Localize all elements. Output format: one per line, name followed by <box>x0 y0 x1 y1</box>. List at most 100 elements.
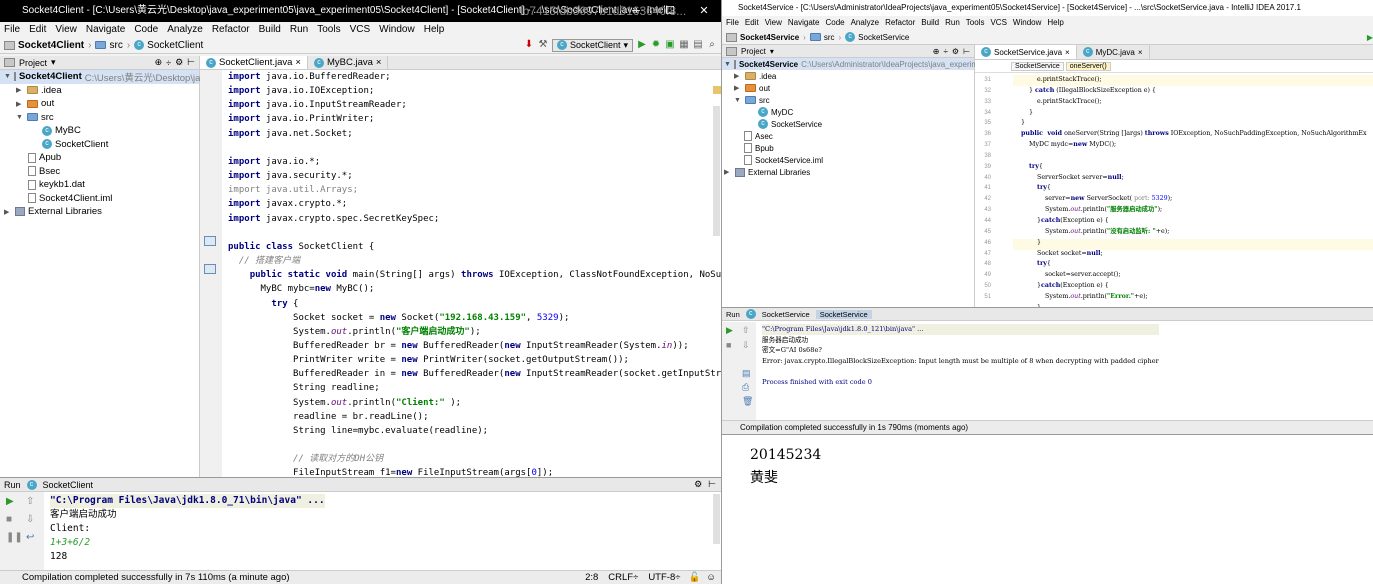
tree-item-mybc[interactable]: c MyBC <box>0 124 199 138</box>
tree-item-apub[interactable]: Apub <box>0 151 199 165</box>
tree-item-out[interactable]: ▶ out <box>0 97 199 111</box>
tree-item-root[interactable]: ▼ Socket4Client C:\Users\黄云光\Desktop\ja <box>0 70 200 84</box>
tree-item-external-libraries[interactable]: ▶ External Libraries <box>722 166 974 178</box>
tree-item-out[interactable]: ▶ out <box>722 82 974 94</box>
close-tab-icon[interactable]: × <box>376 57 382 68</box>
download-arrow-icon[interactable]: ⬇ <box>524 40 534 50</box>
menu-refactor[interactable]: Refactor <box>212 22 250 37</box>
close-button[interactable]: ✕ <box>687 0 721 22</box>
tree-item-bpub[interactable]: Bpub <box>722 142 974 154</box>
menu-vcs[interactable]: VCS <box>350 22 371 37</box>
structure-icon[interactable]: ▤ <box>693 40 703 50</box>
menu-analyze[interactable]: Analyze <box>851 16 879 30</box>
close-tab-icon[interactable]: × <box>1065 48 1070 57</box>
minimize-button[interactable]: ─ <box>619 0 653 22</box>
tree-item-external-libraries[interactable]: ▶ External Libraries <box>0 205 199 219</box>
hide-icon[interactable]: ⊢ <box>963 47 970 56</box>
tree-item-iml[interactable]: Socket4Service.iml <box>722 154 974 166</box>
menu-vcs[interactable]: VCS <box>990 16 1006 30</box>
breadcrumb-project[interactable]: Socket4Service <box>726 32 799 42</box>
fold-icon[interactable] <box>204 264 216 274</box>
lock-icon[interactable]: 🔓 <box>688 572 700 583</box>
menu-window[interactable]: Window <box>379 22 415 37</box>
sync-icon[interactable]: ⊕ <box>933 47 940 56</box>
menu-help[interactable]: Help <box>1047 16 1063 30</box>
tree-item-src[interactable]: ▼ src <box>722 94 974 106</box>
wrap-icon[interactable]: ▤ <box>742 368 751 379</box>
run-scrollbar[interactable] <box>713 494 720 544</box>
run-config-select[interactable]: c SocketClient ▾ <box>551 38 633 52</box>
menu-run[interactable]: Run <box>945 16 960 30</box>
menu-window[interactable]: Window <box>1013 16 1041 30</box>
tree-item-iml[interactable]: Socket4Client.iml <box>0 192 199 206</box>
crumb-method[interactable]: oneServer() <box>1065 61 1111 71</box>
collapse-icon[interactable]: ÷ <box>943 47 947 56</box>
menu-build[interactable]: Build <box>921 16 939 30</box>
menu-file[interactable]: File <box>726 16 739 30</box>
tree-item-idea[interactable]: ▶ .idea <box>0 84 199 98</box>
run-icon[interactable]: ▶ <box>637 40 647 50</box>
breadcrumb-file[interactable]: c SocketClient <box>134 40 203 51</box>
debug-icon[interactable]: ✹ <box>651 40 661 50</box>
close-tab-icon[interactable]: × <box>295 57 301 68</box>
encoding[interactable]: UTF-8÷ <box>648 572 680 583</box>
breadcrumb-folder[interactable]: src <box>95 40 123 51</box>
menu-run[interactable]: Run <box>290 22 308 37</box>
tab-socketclient[interactable]: c SocketClient.java × <box>200 56 308 69</box>
close-tab-icon[interactable]: × <box>1138 48 1143 57</box>
rerun-icon[interactable]: ▶ <box>6 496 14 507</box>
menu-tools[interactable]: Tools <box>317 22 340 37</box>
run-panel-title[interactable]: Run <box>726 310 740 319</box>
tree-item-root[interactable]: ▼ Socket4Service C:\Users\Administrator\Id… <box>722 58 989 70</box>
gear-icon[interactable]: ⚙ <box>952 47 959 56</box>
rerun-icon[interactable]: ▶ <box>726 325 733 336</box>
tab-socketservice[interactable]: c SocketService.java × <box>975 45 1077 59</box>
up-arrow-icon[interactable]: ⇧ <box>26 496 34 507</box>
hammer-icon[interactable]: ⚒ <box>538 40 548 50</box>
breadcrumb-folder[interactable]: src <box>809 33 835 42</box>
coverage-icon[interactable]: ▣ <box>665 40 675 50</box>
project-panel-title[interactable]: Project <box>19 58 47 68</box>
run-config-name[interactable]: SocketClient <box>43 480 94 490</box>
project-panel-title[interactable]: Project <box>741 47 766 56</box>
menu-help[interactable]: Help <box>424 22 445 37</box>
run-config-select[interactable]: ▶ <box>1367 33 1373 42</box>
print-icon[interactable]: ⎙ <box>742 382 749 393</box>
sync-icon[interactable]: ⊕ <box>155 57 163 68</box>
breadcrumb-file[interactable]: c SocketService <box>845 32 909 42</box>
run-tab-active[interactable]: SocketService <box>815 309 872 319</box>
breadcrumb-project[interactable]: Socket4Client <box>4 40 84 51</box>
tree-item-keykb1[interactable]: keykb1.dat <box>0 178 199 192</box>
stop-icon[interactable]: ■ <box>726 340 731 350</box>
menu-tools[interactable]: Tools <box>966 16 985 30</box>
fold-icon[interactable] <box>204 236 216 246</box>
tree-item-idea[interactable]: ▶ .idea <box>722 70 974 82</box>
menu-navigate[interactable]: Navigate <box>788 16 820 30</box>
menu-code[interactable]: Code <box>825 16 844 30</box>
menu-refactor[interactable]: Refactor <box>885 16 915 30</box>
line-separator[interactable]: CRLF÷ <box>608 572 638 583</box>
wrap-icon[interactable]: ↩ <box>26 532 34 543</box>
run-panel-title[interactable]: Run <box>4 480 21 490</box>
menu-analyze[interactable]: Analyze <box>167 22 203 37</box>
crumb-class[interactable]: SocketService <box>1011 61 1064 71</box>
client-code[interactable]: import java.io.BufferedReader; import ja… <box>228 70 721 477</box>
stop-icon[interactable]: ▦ <box>679 40 689 50</box>
tree-item-asec[interactable]: Asec <box>722 130 974 142</box>
tree-item-socketservice[interactable]: c SocketService <box>722 118 974 130</box>
menu-file[interactable]: File <box>4 22 20 37</box>
collapse-icon[interactable]: ÷ <box>166 58 171 68</box>
pause-icon[interactable]: ❚❚ <box>6 532 23 543</box>
tab-mybc[interactable]: c MyBC.java × <box>308 56 389 69</box>
tree-item-bsec[interactable]: Bsec <box>0 165 199 179</box>
up-arrow-icon[interactable]: ⇧ <box>742 325 750 336</box>
service-code[interactable]: e.printStackTrace(); } catch (IllegalBlo… <box>1013 75 1367 307</box>
tab-mydc[interactable]: c MyDC.java × <box>1077 45 1150 59</box>
inspector-icon[interactable]: ☺ <box>706 572 716 583</box>
gear-icon[interactable]: ⚙ <box>175 57 183 68</box>
down-arrow-icon[interactable]: ⇩ <box>26 514 34 525</box>
stop-icon[interactable]: ■ <box>6 514 12 525</box>
gear-icon[interactable]: ⚙ <box>694 479 702 490</box>
tree-item-mydc[interactable]: c MyDC <box>722 106 974 118</box>
menu-edit[interactable]: Edit <box>745 16 759 30</box>
